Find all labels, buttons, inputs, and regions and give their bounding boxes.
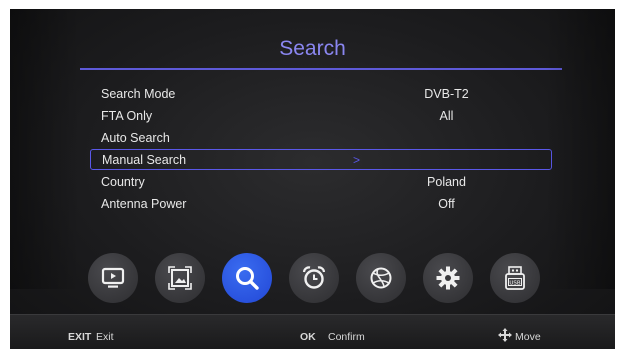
chevron-right-icon: >: [353, 153, 361, 167]
search-icon[interactable]: [222, 253, 272, 303]
row-label: Country: [101, 175, 145, 189]
globe-icon[interactable]: [356, 253, 406, 303]
move-hint: Move: [515, 331, 541, 343]
row-country[interactable]: Country Poland: [90, 172, 550, 193]
gear-icon[interactable]: [423, 253, 473, 303]
row-value: Poland: [427, 175, 466, 189]
row-label: Antenna Power: [101, 197, 187, 211]
title-divider: [80, 68, 562, 70]
row-label: Search Mode: [101, 87, 176, 101]
row-manual-search[interactable]: Manual Search >: [90, 149, 552, 170]
footer-hint-bar: EXIT Exit OK Confirm Move: [10, 314, 615, 349]
row-value: DVB-T2: [424, 87, 469, 101]
settings-screen: Search Search Mode DVB-T2 FTA Only All A…: [10, 9, 615, 349]
row-label: FTA Only: [101, 109, 153, 123]
row-label: Manual Search: [102, 153, 187, 167]
picture-icon[interactable]: [155, 253, 205, 303]
row-auto-search[interactable]: Auto Search: [90, 128, 550, 149]
usb-icon[interactable]: USB: [490, 253, 540, 303]
exit-key-label: EXIT: [68, 331, 92, 343]
move-arrows-icon: [498, 328, 512, 345]
row-fta-only[interactable]: FTA Only All: [90, 106, 550, 127]
ok-key-label: OK: [300, 331, 316, 343]
tv-icon[interactable]: [88, 253, 138, 303]
row-value: All: [439, 109, 454, 123]
row-value: Off: [438, 197, 455, 211]
row-antenna-power[interactable]: Antenna Power Off: [90, 194, 550, 215]
row-label: Auto Search: [101, 131, 170, 145]
alarm-clock-icon[interactable]: [289, 253, 339, 303]
svg-text:USB: USB: [509, 280, 521, 286]
exit-hint: Exit: [96, 331, 114, 343]
row-search-mode[interactable]: Search Mode DVB-T2: [90, 84, 550, 105]
page-title: Search: [279, 37, 346, 60]
confirm-hint: Confirm: [328, 331, 365, 343]
